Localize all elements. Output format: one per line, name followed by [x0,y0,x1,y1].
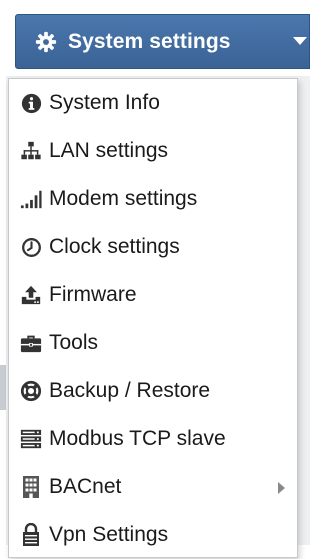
menu-item-label: Modbus TCP slave [49,427,226,450]
menu-item-label: Modem settings [49,187,198,210]
menu-item-label: Clock settings [49,235,180,258]
info-circle-icon [19,91,43,115]
chevron-right-icon [278,482,285,494]
menu-item-label: Tools [49,331,99,354]
clock-icon [19,235,43,259]
system-settings-button[interactable]: System settings [15,14,310,69]
building-icon [19,475,43,499]
server-icon [19,427,43,451]
menu-item-label: Vpn Settings [49,523,169,546]
menu-item-firmware[interactable]: Firmware [9,271,297,319]
chevron-down-icon [293,37,307,45]
upload-icon [19,283,43,307]
signal-bars-icon [19,187,43,211]
menu-item-label: System Info [49,91,160,114]
toolbox-icon [19,331,43,355]
menu-item-label: Backup / Restore [49,379,211,402]
menu-item-lan-settings[interactable]: LAN settings [9,127,297,175]
menu-item-tools[interactable]: Tools [9,319,297,367]
menu-item-vpn-settings[interactable]: Vpn Settings [9,511,297,559]
lifebuoy-icon [19,379,43,403]
sidebar-edge-mark [0,365,6,410]
system-settings-dropdown: System Info LAN settings Modem settings … [8,78,298,558]
menu-item-label: BACnet [49,475,122,498]
menu-item-label: LAN settings [49,139,169,162]
network-icon [19,139,43,163]
sidebar-edge [0,0,6,76]
gear-icon [34,30,58,54]
menu-item-modem-settings[interactable]: Modem settings [9,175,297,223]
menu-item-system-info[interactable]: System Info [9,79,297,127]
system-settings-label: System settings [68,29,231,53]
vpn-icon [19,523,43,547]
menu-item-label: Firmware [49,283,137,306]
menu-item-modbus-tcp-slave[interactable]: Modbus TCP slave [9,415,297,463]
menu-item-backup-restore[interactable]: Backup / Restore [9,367,297,415]
menu-item-bacnet[interactable]: BACnet [9,463,297,511]
menu-item-clock-settings[interactable]: Clock settings [9,223,297,271]
